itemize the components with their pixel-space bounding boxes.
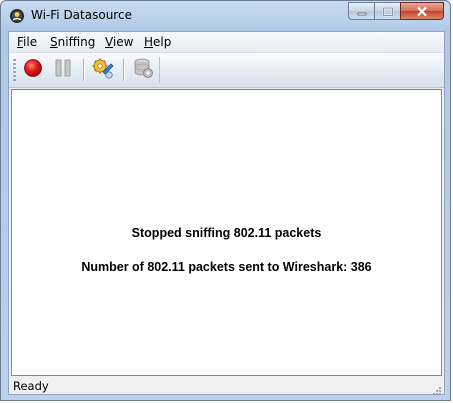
start-sniffing-button[interactable] [21,58,45,82]
toolbar-separator [123,59,124,81]
app-icon[interactable] [9,8,25,24]
toolbar [9,53,444,88]
close-icon [416,2,428,21]
minimize-icon [357,2,367,21]
toolbar-grip[interactable] [13,59,16,81]
menu-help[interactable]: Help [144,35,171,49]
status-bar: Ready [9,378,444,395]
resize-grip-icon[interactable] [430,381,442,395]
close-button[interactable] [400,2,444,20]
toolbar-separator [83,59,84,81]
message-panel: Stopped sniffing 802.11 packets Number o… [11,89,442,376]
record-icon [23,58,43,82]
toolbar-end-divider [159,57,160,83]
caption-buttons [348,2,444,21]
menu-file[interactable]: File [17,35,37,49]
maximize-button[interactable] [374,2,400,20]
maximize-icon [382,2,394,21]
settings-button[interactable] [91,58,115,82]
packet-count-text: Number of 802.11 packets sent to Wiresha… [81,260,372,274]
title-bar[interactable]: Wi-Fi Datasource [1,1,450,31]
app-window: Wi-Fi Datasource File Sniffing View Help… [0,0,451,401]
menu-sniffing[interactable]: Sniffing [50,35,95,49]
sniffing-status-text: Stopped sniffing 802.11 packets [131,226,322,240]
menu-view[interactable]: View [105,35,133,49]
status-text: Ready [13,379,49,393]
settings-icon [91,56,115,84]
pause-icon [53,58,73,82]
minimize-button[interactable] [348,2,374,20]
window-title: Wi-Fi Datasource [31,8,132,22]
pause-sniffing-button[interactable] [51,58,75,82]
datasource-button[interactable] [131,58,155,82]
menu-bar: File Sniffing View Help [9,32,444,53]
client-area: File Sniffing View Help Stopped sniffing… [8,31,445,395]
datasource-icon [132,57,154,83]
